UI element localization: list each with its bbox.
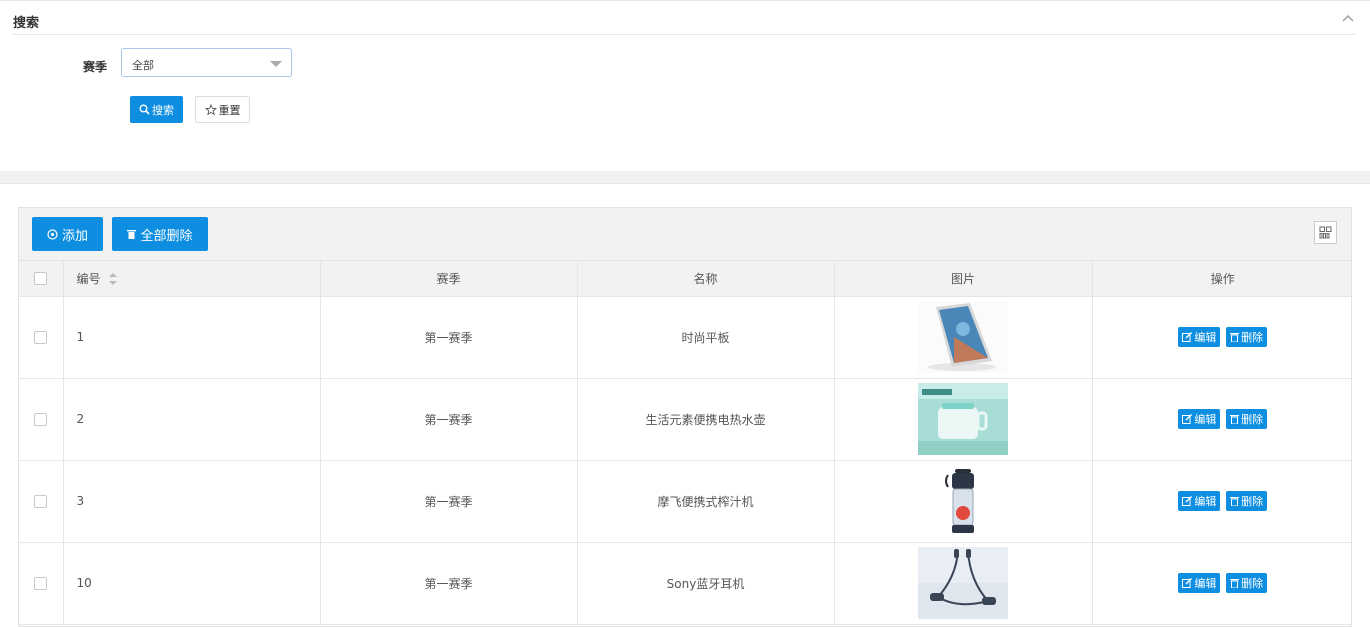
row-season: 第一赛季 bbox=[320, 296, 578, 379]
delete-all-button-label: 全部删除 bbox=[140, 228, 193, 244]
edit-button[interactable]: 编辑 bbox=[1178, 409, 1221, 429]
plus-circle-icon bbox=[47, 228, 58, 240]
row-checkbox[interactable] bbox=[34, 331, 48, 344]
row-id: 3 bbox=[63, 460, 321, 543]
search-button[interactable]: 搜索 bbox=[130, 96, 183, 123]
header-ops: 操作 bbox=[1092, 261, 1351, 297]
table-row: 2 第一赛季 生活元素便携电热水壶 编辑 删除 bbox=[19, 378, 1351, 461]
row-name: Sony蓝牙耳机 bbox=[577, 542, 835, 625]
reset-button-label: 重置 bbox=[218, 103, 241, 117]
header-image: 图片 bbox=[834, 261, 1093, 297]
star-icon bbox=[204, 103, 217, 115]
reset-button[interactable]: 重置 bbox=[195, 96, 250, 123]
table-row: 1 第一赛季 时尚平板 编辑 删除 bbox=[19, 296, 1351, 379]
edit-icon bbox=[1182, 578, 1193, 588]
caret-down-icon bbox=[270, 61, 282, 67]
edit-button-label: 编辑 bbox=[1194, 413, 1217, 426]
product-image-earphones[interactable] bbox=[918, 547, 1008, 619]
table-row: 3 第一赛季 摩飞便携式榨汁机 编辑 删除 bbox=[19, 460, 1351, 543]
edit-button[interactable]: 编辑 bbox=[1178, 327, 1221, 347]
section-divider bbox=[0, 171, 1370, 184]
row-season: 第一赛季 bbox=[320, 378, 578, 461]
select-all-checkbox[interactable] bbox=[34, 272, 48, 286]
header-id-label: 编号 bbox=[76, 271, 101, 286]
search-icon bbox=[139, 104, 150, 115]
row-name: 摩飞便携式榨汁机 bbox=[577, 460, 835, 543]
search-panel-title: 搜索 bbox=[13, 16, 40, 31]
data-table-panel: 添加 全部删除 编号 赛季 名称 图片 操作 1 第一赛季 时尚平板 编辑 删除… bbox=[18, 207, 1352, 627]
delete-button[interactable]: 删除 bbox=[1226, 573, 1268, 593]
delete-button[interactable]: 删除 bbox=[1226, 409, 1268, 429]
table-row: 10 第一赛季 Sony蓝牙耳机 编辑 删除 bbox=[19, 542, 1351, 625]
delete-all-button[interactable]: 全部删除 bbox=[112, 217, 208, 251]
row-name: 时尚平板 bbox=[577, 296, 835, 379]
row-checkbox[interactable] bbox=[34, 495, 48, 508]
delete-button[interactable]: 删除 bbox=[1226, 491, 1268, 511]
edit-button-label: 编辑 bbox=[1194, 495, 1217, 508]
product-image-kettle[interactable] bbox=[918, 383, 1008, 455]
row-checkbox[interactable] bbox=[34, 413, 48, 426]
sort-icon[interactable] bbox=[108, 273, 118, 286]
add-button-label: 添加 bbox=[61, 228, 88, 244]
product-image-tablet[interactable] bbox=[918, 301, 1008, 373]
data-table: 编号 赛季 名称 图片 操作 1 第一赛季 时尚平板 编辑 删除 2 第一赛季 … bbox=[19, 261, 1351, 625]
row-name: 生活元素便携电热水壶 bbox=[577, 378, 835, 461]
delete-button-label: 删除 bbox=[1241, 577, 1264, 590]
edit-button[interactable]: 编辑 bbox=[1178, 573, 1221, 593]
edit-icon bbox=[1182, 496, 1193, 506]
season-label: 赛季 bbox=[83, 60, 108, 74]
row-id: 10 bbox=[63, 542, 321, 625]
product-image-juicer[interactable] bbox=[918, 465, 1008, 537]
delete-button-label: 删除 bbox=[1241, 331, 1264, 344]
table-toolbar: 添加 全部删除 bbox=[19, 208, 1351, 261]
header-name: 名称 bbox=[577, 261, 835, 297]
columns-icon bbox=[1319, 226, 1332, 239]
column-filter-button[interactable] bbox=[1314, 221, 1337, 244]
row-checkbox[interactable] bbox=[34, 577, 48, 590]
row-season: 第一赛季 bbox=[320, 542, 578, 625]
trash-icon bbox=[127, 230, 137, 239]
delete-button-label: 删除 bbox=[1241, 495, 1264, 508]
header-id[interactable]: 编号 bbox=[63, 261, 321, 297]
search-button-label: 搜索 bbox=[152, 103, 174, 117]
delete-button[interactable]: 删除 bbox=[1226, 327, 1268, 347]
row-id: 1 bbox=[63, 296, 321, 379]
season-select-value: 全部 bbox=[132, 59, 154, 72]
row-id: 2 bbox=[63, 378, 321, 461]
header-select-all[interactable] bbox=[19, 261, 64, 297]
edit-button[interactable]: 编辑 bbox=[1178, 491, 1221, 511]
row-season: 第一赛季 bbox=[320, 460, 578, 543]
header-season: 赛季 bbox=[320, 261, 578, 297]
edit-button-label: 编辑 bbox=[1194, 577, 1217, 590]
trash-icon bbox=[1230, 415, 1240, 424]
trash-icon bbox=[1230, 497, 1240, 506]
search-panel: 搜索 赛季 全部 搜索 重置 bbox=[0, 0, 1370, 171]
season-select[interactable]: 全部 bbox=[121, 48, 292, 77]
edit-button-label: 编辑 bbox=[1194, 331, 1217, 344]
add-button[interactable]: 添加 bbox=[32, 217, 103, 251]
trash-icon bbox=[1230, 333, 1240, 342]
edit-icon bbox=[1182, 414, 1193, 424]
edit-icon bbox=[1182, 332, 1193, 342]
delete-button-label: 删除 bbox=[1241, 413, 1264, 426]
trash-icon bbox=[1230, 579, 1240, 588]
table-header-row: 编号 赛季 名称 图片 操作 bbox=[19, 261, 1351, 297]
chevron-up-icon[interactable] bbox=[1342, 13, 1354, 23]
search-panel-header: 搜索 bbox=[12, 1, 1356, 35]
